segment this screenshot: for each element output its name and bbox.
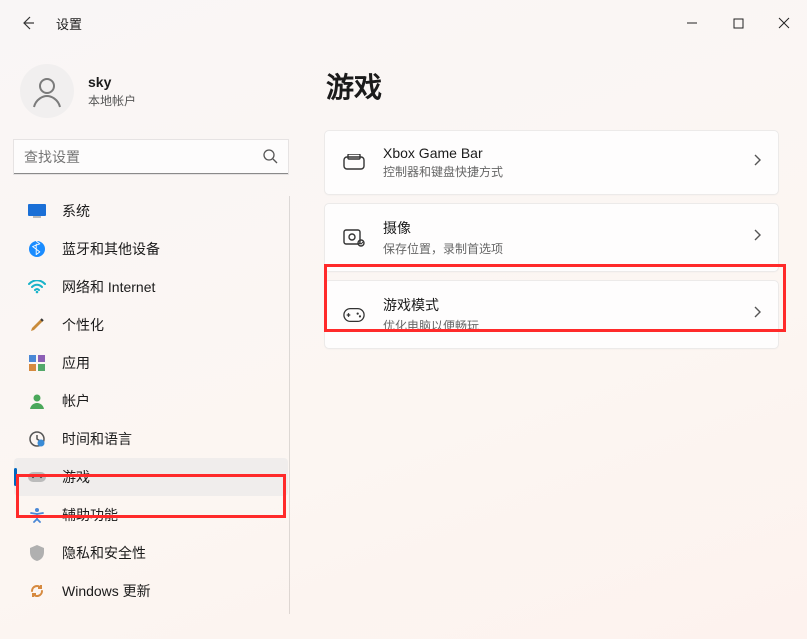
sidebar-item-apps[interactable]: 应用 [14, 344, 288, 382]
card-subtitle: 控制器和键盘快捷方式 [383, 163, 734, 180]
sidebar-item-label: Windows 更新 [62, 581, 151, 601]
sidebar-item-label: 个性化 [62, 315, 104, 335]
sidebar-item-label: 辅助功能 [62, 505, 118, 525]
sidebar-item-label: 隐私和安全性 [62, 543, 146, 563]
bluetooth-icon [28, 240, 46, 258]
capture-icon [343, 227, 365, 249]
card-title: Xbox Game Bar [383, 145, 734, 161]
card-title: 游戏模式 [383, 295, 734, 315]
arrow-left-icon [20, 15, 36, 31]
shield-icon [28, 544, 46, 562]
wifi-icon [28, 278, 46, 296]
person-icon [29, 73, 65, 109]
titlebar: 设置 [0, 0, 807, 46]
window-controls [669, 7, 807, 39]
display-icon [28, 202, 46, 220]
sidebar: sky 本地帐户 系统 蓝牙和其他设备 [0, 46, 300, 639]
sidebar-item-network[interactable]: 网络和 Internet [14, 268, 288, 306]
minimize-button[interactable] [669, 7, 715, 39]
card-captures[interactable]: 摄像 保存位置，录制首选项 [324, 203, 779, 272]
search-input[interactable] [14, 140, 288, 174]
sidebar-item-personalization[interactable]: 个性化 [14, 306, 288, 344]
content: 游戏 Xbox Game Bar 控制器和键盘快捷方式 摄像 保存位置，录制首选… [300, 46, 807, 639]
user-name: sky [88, 74, 136, 90]
sidebar-item-privacy[interactable]: 隐私和安全性 [14, 534, 288, 572]
account-icon [28, 392, 46, 410]
chevron-right-icon [752, 305, 762, 324]
sidebar-item-label: 蓝牙和其他设备 [62, 239, 160, 259]
card-title: 摄像 [383, 218, 734, 238]
search-box[interactable] [14, 140, 288, 174]
nav: 系统 蓝牙和其他设备 网络和 Internet 个性化 [14, 192, 288, 610]
card-xbox-game-bar[interactable]: Xbox Game Bar 控制器和键盘快捷方式 [324, 130, 779, 195]
sidebar-item-label: 游戏 [62, 467, 90, 487]
user-type: 本地帐户 [88, 92, 136, 109]
card-game-mode[interactable]: 游戏模式 优化电脑以便畅玩 [324, 280, 779, 349]
minimize-icon [686, 17, 698, 29]
sidebar-item-time-language[interactable]: 时间和语言 [14, 420, 288, 458]
nav-separator [289, 196, 290, 614]
sidebar-item-gaming[interactable]: 游戏 [14, 458, 288, 496]
sidebar-item-label: 应用 [62, 353, 90, 373]
sidebar-item-accessibility[interactable]: 辅助功能 [14, 496, 288, 534]
page-title: 游戏 [326, 66, 779, 106]
gamepad-icon [28, 468, 46, 486]
sidebar-item-accounts[interactable]: 帐户 [14, 382, 288, 420]
sidebar-item-update[interactable]: Windows 更新 [14, 572, 288, 610]
xbox-game-bar-icon [343, 152, 365, 174]
accessibility-icon [28, 506, 46, 524]
back-button[interactable] [8, 3, 48, 43]
clock-globe-icon [28, 430, 46, 448]
sidebar-item-label: 时间和语言 [62, 429, 132, 449]
app-title: 设置 [56, 14, 82, 33]
card-subtitle: 优化电脑以便畅玩 [383, 317, 734, 334]
brush-icon [28, 316, 46, 334]
sidebar-item-label: 网络和 Internet [62, 277, 155, 297]
game-mode-icon [343, 304, 365, 326]
maximize-button[interactable] [715, 7, 761, 39]
maximize-icon [733, 18, 744, 29]
chevron-right-icon [752, 228, 762, 247]
close-icon [778, 17, 790, 29]
card-subtitle: 保存位置，录制首选项 [383, 240, 734, 257]
sidebar-item-label: 帐户 [62, 391, 90, 411]
sidebar-item-label: 系统 [62, 201, 90, 221]
sidebar-item-bluetooth[interactable]: 蓝牙和其他设备 [14, 230, 288, 268]
close-button[interactable] [761, 7, 807, 39]
chevron-right-icon [752, 153, 762, 172]
avatar [20, 64, 74, 118]
update-icon [28, 582, 46, 600]
apps-icon [28, 354, 46, 372]
search-icon [262, 148, 278, 169]
user-block[interactable]: sky 本地帐户 [14, 60, 288, 132]
sidebar-item-system[interactable]: 系统 [14, 192, 288, 230]
